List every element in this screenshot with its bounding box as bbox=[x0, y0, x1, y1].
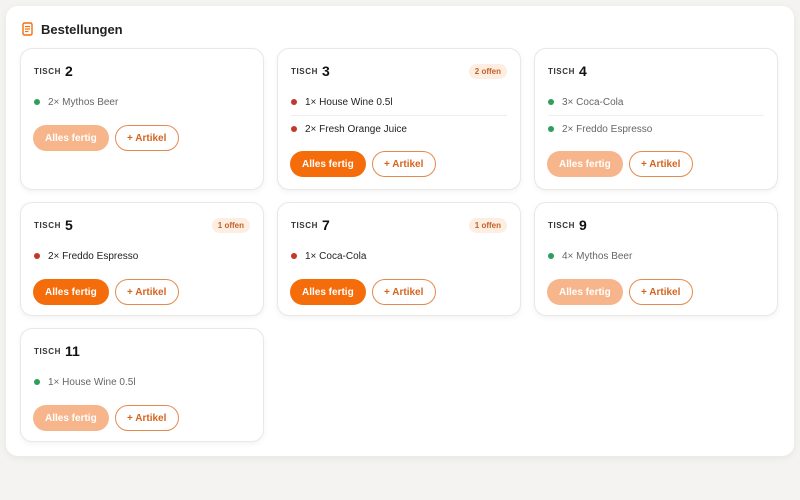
card-header: TISCH 5 1 offen bbox=[34, 216, 250, 234]
order-items: 2× Mythos Beer bbox=[34, 89, 250, 115]
table-label: TISCH bbox=[34, 66, 61, 76]
orders-panel: Bestellungen TISCH 2 2× Mythos Beer Alles f… bbox=[6, 6, 794, 456]
card-header: TISCH 7 1 offen bbox=[291, 216, 507, 234]
table-number: 7 bbox=[322, 217, 330, 233]
order-card-table-5: TISCH 5 1 offen 2× Freddo Espresso Alles fer… bbox=[20, 202, 264, 316]
table-label: TISCH bbox=[548, 66, 575, 76]
status-open-dot-icon bbox=[34, 253, 40, 259]
add-item-button[interactable]: + Artikel bbox=[628, 279, 693, 305]
order-item: 1× House Wine 0.5l bbox=[34, 369, 250, 395]
status-open-dot-icon bbox=[291, 126, 297, 132]
order-card-table-9: TISCH 9 4× Mythos Beer Alles fertig + Artike… bbox=[534, 202, 778, 316]
receipt-icon bbox=[22, 22, 33, 36]
order-item-text: 4× Mythos Beer bbox=[562, 250, 633, 262]
mark-all-done-button[interactable]: Alles fertig bbox=[290, 151, 366, 177]
order-item-text: 2× Mythos Beer bbox=[48, 96, 119, 108]
order-item: 1× House Wine 0.5l bbox=[291, 89, 507, 115]
panel-header: Bestellungen bbox=[22, 20, 123, 38]
mark-all-done-button[interactable]: Alles fertig bbox=[547, 279, 623, 305]
table-number: 5 bbox=[65, 217, 73, 233]
add-item-button[interactable]: + Artikel bbox=[114, 125, 179, 151]
status-done-dot-icon bbox=[548, 126, 554, 132]
card-actions: Alles fertig + Artikel bbox=[33, 125, 179, 151]
card-header: TISCH 4 bbox=[548, 62, 764, 80]
open-count-badge: 1 offen bbox=[211, 217, 250, 233]
status-done-dot-icon bbox=[34, 379, 40, 385]
table-label: TISCH bbox=[34, 220, 61, 230]
add-item-button[interactable]: + Artikel bbox=[114, 405, 179, 431]
order-item: 4× Mythos Beer bbox=[548, 243, 764, 269]
order-item: 2× Mythos Beer bbox=[34, 89, 250, 115]
status-open-dot-icon bbox=[291, 253, 297, 259]
card-header: TISCH 2 bbox=[34, 62, 250, 80]
order-item: 3× Coca-Cola bbox=[548, 89, 764, 115]
order-item-text: 2× Fresh Orange Juice bbox=[305, 123, 407, 135]
table-number: 3 bbox=[322, 63, 330, 79]
card-actions: Alles fertig + Artikel bbox=[290, 151, 436, 177]
table-number: 11 bbox=[65, 343, 80, 359]
card-header: TISCH 3 2 offen bbox=[291, 62, 507, 80]
order-item-text: 1× Coca-Cola bbox=[305, 250, 367, 262]
add-item-button[interactable]: + Artikel bbox=[371, 279, 436, 305]
card-header: TISCH 11 bbox=[34, 342, 250, 360]
order-card-table-7: TISCH 7 1 offen 1× Coca-Cola Alles fertig + A… bbox=[277, 202, 521, 316]
order-items: 2× Freddo Espresso bbox=[34, 243, 250, 269]
order-items: 1× House Wine 0.5l bbox=[34, 369, 250, 395]
table-label: TISCH bbox=[34, 346, 61, 356]
status-open-dot-icon bbox=[291, 99, 297, 105]
order-card-table-3: TISCH 3 2 offen 1× House Wine 0.5l 2× Fresh … bbox=[277, 48, 521, 190]
mark-all-done-button[interactable]: Alles fertig bbox=[547, 151, 623, 177]
table-label: TISCH bbox=[291, 66, 318, 76]
order-item-text: 2× Freddo Espresso bbox=[48, 250, 139, 262]
order-item: 2× Fresh Orange Juice bbox=[291, 115, 507, 142]
table-number: 9 bbox=[579, 217, 587, 233]
mark-all-done-button[interactable]: Alles fertig bbox=[290, 279, 366, 305]
order-item-text: 2× Freddo Espresso bbox=[562, 123, 653, 135]
order-item-text: 1× House Wine 0.5l bbox=[48, 376, 136, 388]
table-label: TISCH bbox=[548, 220, 575, 230]
add-item-button[interactable]: + Artikel bbox=[628, 151, 693, 177]
open-count-badge: 2 offen bbox=[468, 63, 507, 79]
order-item: 1× Coca-Cola bbox=[291, 243, 507, 269]
status-done-dot-icon bbox=[34, 99, 40, 105]
table-number: 2 bbox=[65, 63, 73, 79]
order-item: 2× Freddo Espresso bbox=[548, 115, 764, 142]
order-item-text: 1× House Wine 0.5l bbox=[305, 96, 393, 108]
card-actions: Alles fertig + Artikel bbox=[33, 405, 179, 431]
card-actions: Alles fertig + Artikel bbox=[290, 279, 436, 305]
card-actions: Alles fertig + Artikel bbox=[547, 151, 693, 177]
add-item-button[interactable]: + Artikel bbox=[371, 151, 436, 177]
card-header: TISCH 9 bbox=[548, 216, 764, 234]
add-item-button[interactable]: + Artikel bbox=[114, 279, 179, 305]
table-number: 4 bbox=[579, 63, 587, 79]
table-label: TISCH bbox=[291, 220, 318, 230]
order-items: 1× House Wine 0.5l 2× Fresh Orange Juice bbox=[291, 89, 507, 142]
order-card-table-4: TISCH 4 3× Coca-Cola 2× Freddo Espresso Alle… bbox=[534, 48, 778, 190]
order-item: 2× Freddo Espresso bbox=[34, 243, 250, 269]
order-item-text: 3× Coca-Cola bbox=[562, 96, 624, 108]
order-items: 3× Coca-Cola 2× Freddo Espresso bbox=[548, 89, 764, 142]
order-items: 4× Mythos Beer bbox=[548, 243, 764, 269]
card-actions: Alles fertig + Artikel bbox=[33, 279, 179, 305]
order-items: 1× Coca-Cola bbox=[291, 243, 507, 269]
mark-all-done-button[interactable]: Alles fertig bbox=[33, 125, 109, 151]
mark-all-done-button[interactable]: Alles fertig bbox=[33, 405, 109, 431]
order-card-table-2: TISCH 2 2× Mythos Beer Alles fertig + Artike… bbox=[20, 48, 264, 190]
panel-title: Bestellungen bbox=[41, 21, 123, 37]
card-actions: Alles fertig + Artikel bbox=[547, 279, 693, 305]
status-done-dot-icon bbox=[548, 253, 554, 259]
open-count-badge: 1 offen bbox=[468, 217, 507, 233]
status-done-dot-icon bbox=[548, 99, 554, 105]
mark-all-done-button[interactable]: Alles fertig bbox=[33, 279, 109, 305]
order-card-table-11: TISCH 11 1× House Wine 0.5l Alles fertig + A… bbox=[20, 328, 264, 442]
